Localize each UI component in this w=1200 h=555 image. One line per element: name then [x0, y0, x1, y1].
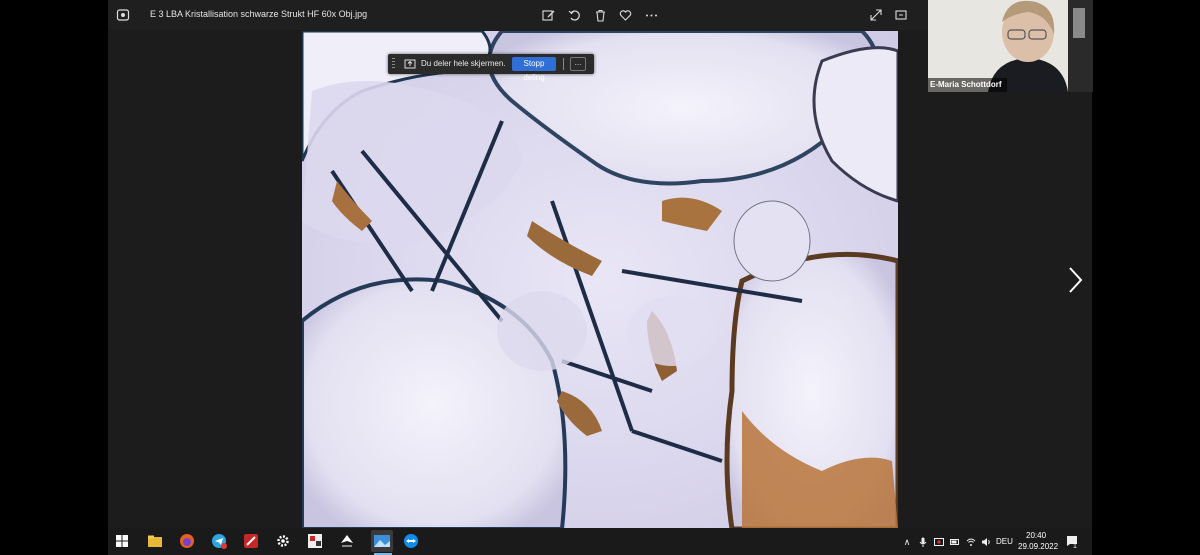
- wifi-icon[interactable]: [966, 537, 976, 547]
- window-title: E 3 LBA Kristallisation schwarze Strukt …: [150, 9, 368, 19]
- share-screen-icon: [404, 59, 416, 69]
- battery-icon[interactable]: [950, 537, 960, 547]
- edit-image-icon[interactable]: [540, 7, 556, 23]
- stop-sharing-button[interactable]: Stopp deling: [512, 57, 556, 82]
- photos-app-icon: [116, 9, 130, 21]
- volume-icon[interactable]: [981, 537, 991, 547]
- microphone-icon[interactable]: [918, 537, 928, 547]
- fit-icon[interactable]: [893, 7, 909, 23]
- photos-icon[interactable]: [371, 530, 393, 552]
- screen-share-bar: Du deler hele skjermen. Stopp deling ...: [388, 54, 594, 82]
- participant-name: E-Maria Schottdorf: [928, 78, 1007, 92]
- file-explorer-icon[interactable]: [147, 533, 163, 549]
- tray-chevron-up-icon[interactable]: ∧: [902, 537, 912, 547]
- camera-tray-icon[interactable]: [934, 537, 944, 547]
- clock-date[interactable]: 29.09.2022: [1018, 542, 1058, 551]
- teamviewer-icon[interactable]: [403, 533, 419, 549]
- notification-count: 1: [1073, 543, 1077, 550]
- telegram-icon[interactable]: [211, 533, 227, 549]
- favorite-icon[interactable]: [617, 7, 633, 23]
- rotate-icon[interactable]: [566, 7, 582, 23]
- drag-handle-icon[interactable]: [392, 58, 395, 70]
- clock-time[interactable]: 20:40: [1026, 531, 1046, 540]
- app-red-icon[interactable]: [243, 533, 259, 549]
- firefox-icon[interactable]: [179, 533, 195, 549]
- windows-start-icon[interactable]: [114, 533, 130, 549]
- microscope-image: [302, 31, 898, 529]
- next-image-icon[interactable]: [1064, 264, 1086, 296]
- share-more-button[interactable]: ...: [570, 57, 586, 71]
- taskbar: ∧ DEU 20:40 29.09.2022 1: [108, 528, 1092, 555]
- settings-icon[interactable]: [275, 533, 291, 549]
- participant-video[interactable]: E-Maria Schottdorf: [928, 0, 1093, 92]
- app-nav-icon[interactable]: [339, 533, 355, 549]
- more-icon[interactable]: [643, 7, 659, 23]
- app-media-icon[interactable]: [307, 533, 323, 549]
- delete-icon[interactable]: [592, 7, 608, 23]
- share-bar-divider: [563, 58, 564, 70]
- language-indicator[interactable]: DEU: [996, 537, 1013, 546]
- expand-icon[interactable]: [868, 7, 884, 23]
- share-status-text: Du deler hele skjermen.: [421, 59, 506, 68]
